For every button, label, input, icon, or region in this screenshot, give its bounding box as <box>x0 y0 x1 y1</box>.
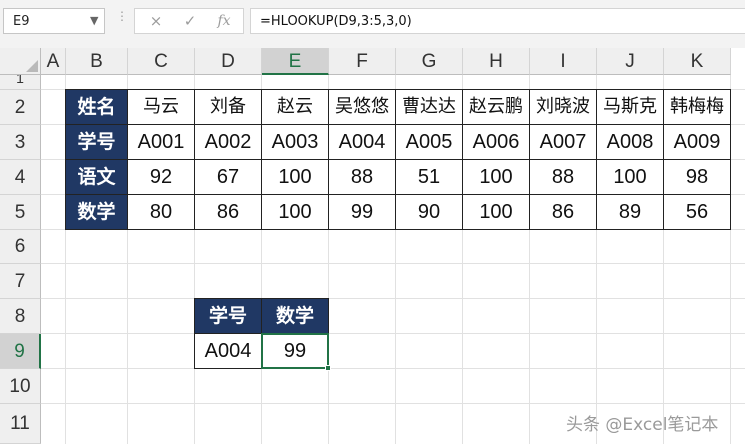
table-cell[interactable]: 92 <box>127 159 195 195</box>
table-cell[interactable]: 刘晓波 <box>529 89 597 125</box>
column-header-c[interactable]: C <box>128 48 195 75</box>
column-header-h[interactable]: H <box>463 48 530 75</box>
column-header-e[interactable]: E <box>262 48 329 75</box>
table-cell[interactable]: 100 <box>261 194 329 230</box>
table-cell[interactable]: A005 <box>395 124 463 160</box>
lookup-id-cell[interactable]: A004 <box>194 333 262 369</box>
table-cell[interactable]: 赵云鹏 <box>462 89 530 125</box>
gridline <box>41 368 745 369</box>
fill-handle[interactable] <box>325 365 331 371</box>
lookup-header: 学号 <box>194 298 262 334</box>
table-cell[interactable]: 吴悠悠 <box>328 89 396 125</box>
table-cell[interactable]: 86 <box>529 194 597 230</box>
name-box-value: E9 <box>13 14 30 29</box>
table-cell[interactable]: A001 <box>127 124 195 160</box>
table-cell[interactable]: 100 <box>261 159 329 195</box>
row-header-10[interactable]: 10 <box>0 369 41 404</box>
row-header-9[interactable]: 9 <box>0 334 41 369</box>
row-header-7[interactable]: 7 <box>0 264 41 299</box>
watermark: 头条 @Excel笔记本 <box>566 415 719 435</box>
gridline <box>41 333 745 334</box>
table-cell[interactable]: 100 <box>462 194 530 230</box>
row-header-6[interactable]: 6 <box>0 230 41 264</box>
name-box[interactable]: E9 ▼ <box>3 8 105 34</box>
table-cell[interactable]: A003 <box>261 124 329 160</box>
row-header-3[interactable]: 3 <box>0 125 41 160</box>
table-cell[interactable]: 88 <box>529 159 597 195</box>
table-cell[interactable]: 曹达达 <box>395 89 463 125</box>
table-cell[interactable]: 89 <box>596 194 664 230</box>
cancel-icon[interactable]: × <box>143 11 169 31</box>
row-header-1[interactable]: 1 <box>0 75 41 90</box>
table-cell[interactable]: 马云 <box>127 89 195 125</box>
table-cell[interactable]: 98 <box>663 159 731 195</box>
lookup-header: 数学 <box>261 298 329 334</box>
row-header-11[interactable]: 11 <box>0 404 41 444</box>
table-cell[interactable]: 刘备 <box>194 89 262 125</box>
table-cell[interactable]: 67 <box>194 159 262 195</box>
table-cell[interactable]: A004 <box>328 124 396 160</box>
table-row-header: 姓名 <box>65 89 128 125</box>
gridline <box>41 403 745 404</box>
active-cell[interactable]: 99 <box>261 333 329 369</box>
table-row-header: 数学 <box>65 194 128 230</box>
table-cell[interactable]: 赵云 <box>261 89 329 125</box>
formula-input[interactable]: =HLOOKUP(D9,3:5,3,0) <box>250 8 745 34</box>
table-row-header: 语文 <box>65 159 128 195</box>
table-cell[interactable]: A006 <box>462 124 530 160</box>
chevron-down-icon[interactable]: ▼ <box>90 14 98 27</box>
table-cell[interactable]: 100 <box>462 159 530 195</box>
column-header-j[interactable]: J <box>597 48 664 75</box>
table-cell[interactable]: 马斯克 <box>596 89 664 125</box>
table-cell[interactable]: 56 <box>663 194 731 230</box>
column-header-b[interactable]: B <box>66 48 128 75</box>
table-cell[interactable]: 80 <box>127 194 195 230</box>
formula-text: =HLOOKUP(D9,3:5,3,0) <box>260 14 412 29</box>
column-header-i[interactable]: I <box>530 48 597 75</box>
row-header-8[interactable]: 8 <box>0 299 41 334</box>
table-cell[interactable]: 86 <box>194 194 262 230</box>
select-all-icon[interactable] <box>26 60 38 72</box>
enter-icon[interactable]: ✓ <box>177 11 203 31</box>
table-cell[interactable]: A009 <box>663 124 731 160</box>
table-cell[interactable]: A008 <box>596 124 664 160</box>
column-header-a[interactable]: A <box>41 48 66 75</box>
column-header-d[interactable]: D <box>195 48 262 75</box>
table-cell[interactable]: 韩梅梅 <box>663 89 731 125</box>
column-header-k[interactable]: K <box>664 48 731 75</box>
formula-buttons: × ✓ fx <box>134 8 244 34</box>
row-header-5[interactable]: 5 <box>0 195 41 230</box>
column-header-g[interactable]: G <box>396 48 463 75</box>
gridline <box>41 263 745 264</box>
table-cell[interactable]: A007 <box>529 124 597 160</box>
table-cell[interactable]: 90 <box>395 194 463 230</box>
row-header-4[interactable]: 4 <box>0 160 41 195</box>
table-cell[interactable]: 100 <box>596 159 664 195</box>
insert-function-icon[interactable]: fx <box>211 11 237 31</box>
table-cell[interactable]: 88 <box>328 159 396 195</box>
table-cell[interactable]: 51 <box>395 159 463 195</box>
row-header-2[interactable]: 2 <box>0 90 41 125</box>
table-row-header: 学号 <box>65 124 128 160</box>
table-cell[interactable]: 99 <box>328 194 396 230</box>
drag-handle-icon[interactable]: ⋮ <box>116 9 128 23</box>
table-cell[interactable]: A002 <box>194 124 262 160</box>
gridline <box>41 298 745 299</box>
column-header-f[interactable]: F <box>329 48 396 75</box>
